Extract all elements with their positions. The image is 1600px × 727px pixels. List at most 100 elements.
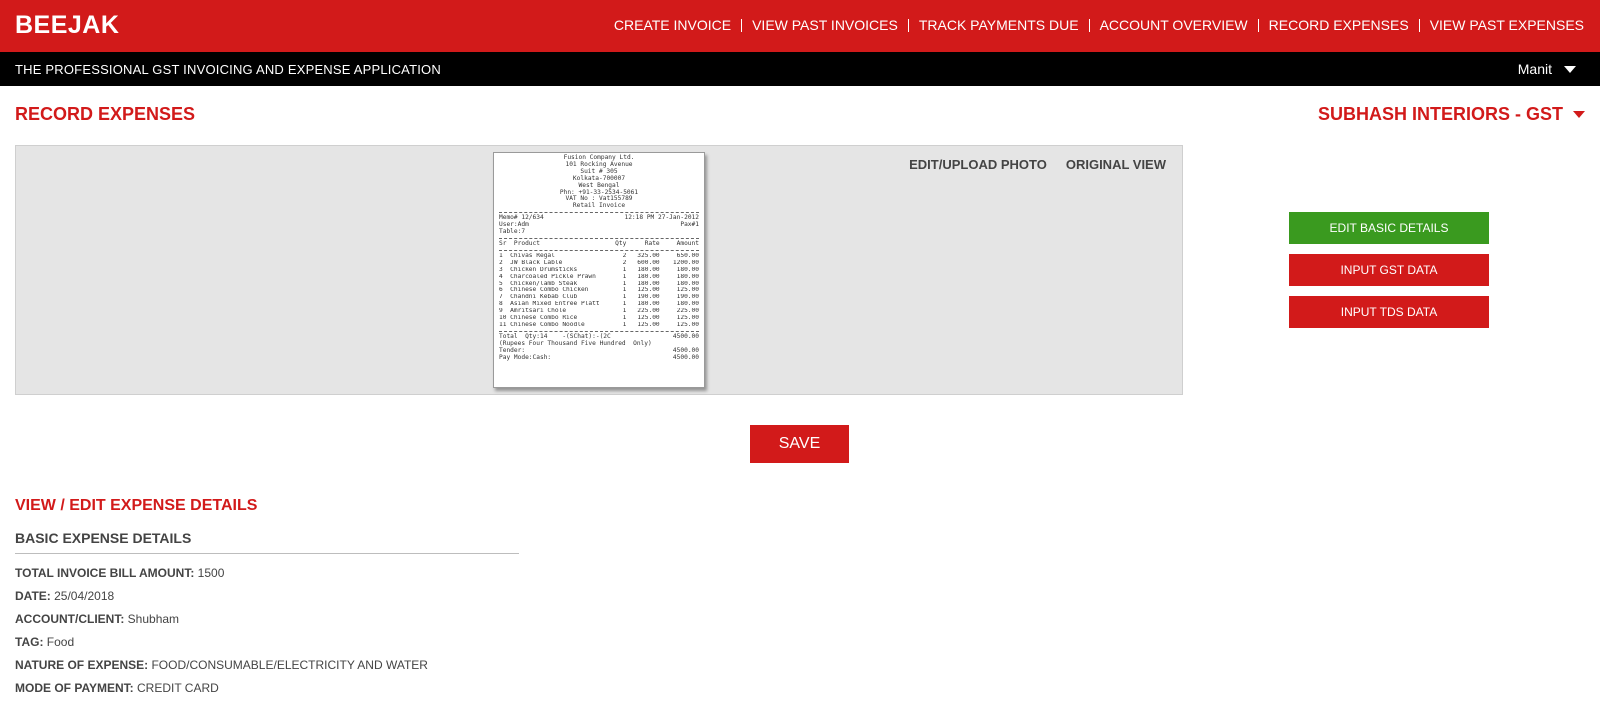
brand-logo[interactable]: BEEJAK [15, 11, 119, 40]
detail-tag: TAG: Food [15, 634, 428, 657]
company-selector[interactable]: SUBHASH INTERIORS - GST [1318, 104, 1585, 125]
input-tds-data-button[interactable]: INPUT TDS DATA [1289, 296, 1489, 328]
detail-label: MODE OF PAYMENT: [15, 681, 138, 695]
receipt-item-row: 5 Chicken/lamb Steak 1 180.00 180.00 [499, 281, 699, 288]
receipt-item-cell: 1 [622, 321, 627, 328]
receipt-item-cell: 190.00 [637, 294, 660, 301]
receipt-image[interactable]: Fusion Company Ltd. 101 Rocking Avenue S… [493, 152, 705, 388]
nav-separator [1257, 18, 1259, 32]
input-gst-data-button[interactable]: INPUT GST DATA [1289, 254, 1489, 286]
main-nav: CREATE INVOICE VIEW PAST INVOICES TRACK … [614, 17, 1584, 33]
receipt-items: 1 Chivas Regal 2 325.00 650.00 2 JW Black La… [499, 253, 699, 329]
receipt-item-row: 8 Asian Mixed Entree Platt 1 180.00 180.00 [499, 301, 699, 308]
receipt-item-cell: 125.00 [637, 321, 660, 328]
detail-value: CREDIT CARD [137, 681, 219, 695]
receipt-item-row: 6 Chinese Combo Chicken 1 125.00 125.00 [499, 287, 699, 294]
receipt-divider [499, 237, 699, 239]
receipt-station: Pax#1 [680, 221, 699, 229]
receipt-columns: Sr Product Qty Rate Amount [499, 239, 699, 248]
detail-value: Shubham [127, 612, 180, 626]
detail-label: TOTAL INVOICE BILL AMOUNT: [15, 566, 198, 580]
detail-mode-of-payment: MODE OF PAYMENT: CREDIT CARD [15, 680, 428, 703]
receipt-item-cell: 5 Chicken/lamb Steak [499, 280, 578, 287]
receipt-meta-row: Memo# 12/634 12:18 PM 27-Jan-2012 [499, 214, 699, 222]
receipt-item-cell: 1 [622, 266, 627, 273]
nav-track-payments-due[interactable]: TRACK PAYMENTS DUE [919, 17, 1079, 33]
edit-upload-photo-link[interactable]: EDIT/UPLOAD PHOTO [909, 157, 1047, 172]
receipt-col-qty: Qty [615, 239, 627, 247]
receipt-item-cell: 9 Amritsari Chole [499, 308, 567, 315]
receipt-item-cell: 225.00 [676, 308, 699, 315]
nav-account-overview[interactable]: ACCOUNT OVERVIEW [1100, 17, 1248, 33]
detail-label: ACCOUNT/CLIENT: [15, 612, 128, 626]
detail-value: 25/04/2018 [54, 589, 115, 603]
receipt-item-row: 7 Chandni Kebab Club 1 190.00 190.00 [499, 294, 699, 301]
receipt-item-cell: 180.00 [676, 266, 699, 273]
receipt-col-rate: Rate [644, 239, 660, 247]
receipt-header: Fusion Company Ltd. 101 Rocking Avenue S… [499, 154, 699, 210]
nav-separator [907, 18, 909, 32]
receipt-item-cell: 325.00 [637, 252, 660, 259]
receipt-item-cell: 3 Chicken Drumsticks [499, 266, 578, 273]
receipt-item-cell: 125.00 [676, 321, 699, 328]
detail-value: FOOD/CONSUMABLE/ELECTRICITY AND WATER [151, 658, 428, 672]
receipt-item-cell: 1 [622, 287, 627, 294]
company-name: SUBHASH INTERIORS - GST [1317, 104, 1563, 124]
nav-view-past-invoices[interactable]: VIEW PAST INVOICES [752, 17, 898, 33]
receipt-divider [499, 249, 699, 251]
detail-value: Food [46, 635, 75, 649]
receipt-item-cell: 2 [622, 252, 627, 259]
receipt-item-row: 4 Charcoaled Pickle Prawn 1 180.00 180.00 [499, 274, 699, 281]
receipt-item-cell: 180.00 [637, 301, 660, 308]
save-button[interactable]: SAVE [750, 425, 849, 463]
receipt-item-cell: 125.00 [637, 315, 660, 322]
detail-nature-of-expense: NATURE OF EXPENSE: FOOD/CONSUMABLE/ELECT… [15, 657, 428, 680]
receipt-item-cell: 125.00 [676, 287, 699, 294]
receipt-item-cell: 7 Chandni Kebab Club [499, 294, 578, 301]
receipt-item-cell: 180.00 [676, 280, 699, 287]
user-name: Manit [1517, 61, 1552, 77]
receipt-item-cell: 2 JW Black Lable [499, 259, 563, 266]
receipt-item-cell: 225.00 [637, 308, 660, 315]
receipt-divider [499, 330, 699, 332]
nav-separator [1088, 18, 1090, 32]
receipt-item-cell: 125.00 [637, 287, 660, 294]
receipt-item-row: 9 Amritsari Chole 1 225.00 225.00 [499, 308, 699, 315]
nav-view-past-expenses[interactable]: VIEW PAST EXPENSES [1430, 17, 1584, 33]
receipt-item-cell: 180.00 [637, 280, 660, 287]
subsection-title: BASIC EXPENSE DETAILS [15, 530, 192, 546]
detail-account-client: ACCOUNT/CLIENT: Shubham [15, 611, 428, 634]
receipt-item-cell: 600.00 [637, 259, 660, 266]
receipt-amount-words: (Rupees Four Thousand Five Hundred Only) [499, 339, 652, 347]
nav-separator [1418, 18, 1420, 32]
receipt-item-cell: 180.00 [637, 266, 660, 273]
receipt-item-cell: 10 Chinese Combo Rice [499, 315, 578, 322]
receipt-item-row: 10 Chinese Combo Rice 1 125.00 125.00 [499, 315, 699, 322]
receipt-item-row: 11 Chinese Combo Noodle 1 125.00 125.00 [499, 322, 699, 329]
receipt-item-cell: 1 Chivas Regal [499, 252, 555, 259]
detail-value: 1500 [197, 566, 225, 580]
receipt-item-row: 3 Chicken Drumsticks 1 180.00 180.00 [499, 267, 699, 274]
receipt-paymode-value: 4500.00 [672, 353, 699, 361]
receipt-item-cell: 8 Asian Mixed Entree Platt [499, 301, 600, 308]
receipt-item-cell: 650.00 [676, 252, 699, 259]
receipt-item-cell: 4 Charcoaled Pickle Prawn [499, 273, 596, 280]
receipt-item-cell: 1 [622, 308, 627, 315]
chevron-down-icon [1573, 111, 1585, 118]
original-view-link[interactable]: ORIGINAL VIEW [1066, 157, 1166, 172]
photo-actions: EDIT/UPLOAD PHOTO ORIGINAL VIEW [890, 157, 1166, 172]
sub-header: THE PROFESSIONAL GST INVOICING AND EXPEN… [0, 52, 1600, 86]
receipt-item-cell: 2 [622, 259, 627, 266]
receipt-item-cell: 1 [622, 315, 627, 322]
user-menu[interactable]: Manit [1518, 61, 1576, 77]
receipt-paymode-label: Pay Mode:Cash: [499, 353, 552, 361]
nav-record-expenses[interactable]: RECORD EXPENSES [1269, 17, 1409, 33]
nav-create-invoice[interactable]: CREATE INVOICE [614, 17, 731, 33]
edit-basic-details-button[interactable]: EDIT BASIC DETAILS [1289, 212, 1489, 244]
divider [15, 553, 519, 554]
detail-date: DATE: 25/04/2018 [15, 588, 428, 611]
receipt-item-row: 1 Chivas Regal 2 325.00 650.00 [499, 253, 699, 260]
page-title: RECORD EXPENSES [15, 104, 196, 124]
detail-label: TAG: [15, 635, 47, 649]
detail-total-amount: TOTAL INVOICE BILL AMOUNT: 1500 [15, 565, 428, 588]
